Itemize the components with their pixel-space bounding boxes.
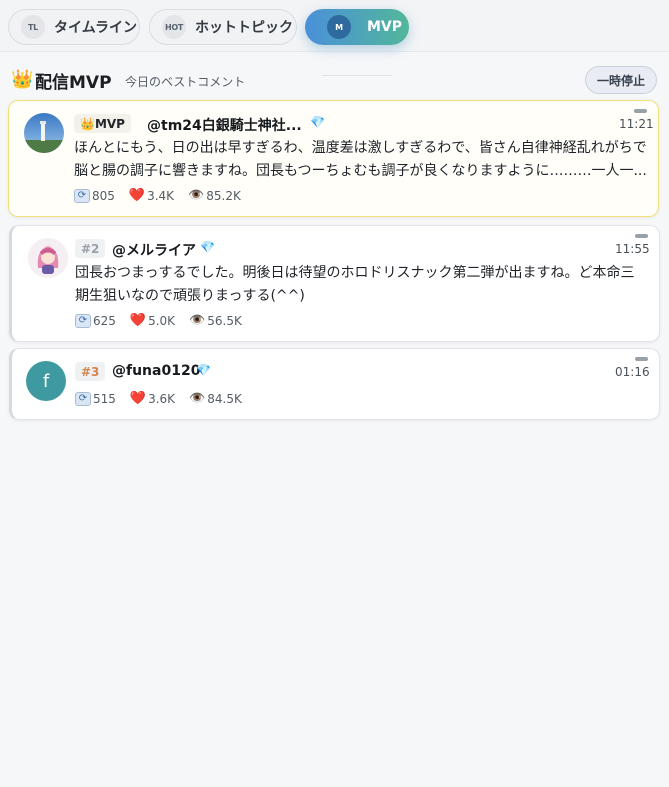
view-stat: 👁️ 56.5K xyxy=(189,313,242,328)
like-stat[interactable]: ❤️ 3.6K xyxy=(130,391,175,406)
retweet-count: 805 xyxy=(92,188,115,203)
view-count: 85.2K xyxy=(206,188,241,203)
retweet-icon: ⟳ xyxy=(75,391,91,406)
comment-text-line: 脳と腸の調子に響きますね。団長もつーちょむも調子が良くなりますように………一人一… xyxy=(74,163,647,179)
username[interactable]: @tm24白銀騎士神社... xyxy=(147,115,302,135)
retweet-icon: ⟳ xyxy=(75,313,91,328)
divider xyxy=(322,75,392,76)
diamond-icon: 💎 xyxy=(196,363,211,377)
comment-text: ほんとにもう、日の出は早すぎるわ、温度差は激しすぎるわで、皆さん自律神経乱れがち… xyxy=(74,137,654,183)
retweet-stat[interactable]: ⟳ 515 xyxy=(75,391,116,406)
avatar[interactable] xyxy=(28,238,68,278)
view-stat: 👁️ 84.5K xyxy=(189,391,242,406)
retweet-stat[interactable]: ⟳ 625 xyxy=(75,313,116,328)
pause-button[interactable]: 一時停止 xyxy=(585,66,657,94)
retweet-icon: ⟳ xyxy=(74,188,90,203)
comment-card[interactable]: #2 @メルライア 💎 11:55 団長おつまっするでした。明後日は待望のホロド… xyxy=(9,225,660,342)
diamond-icon: 💎 xyxy=(200,240,215,254)
crown-icon: 👑 xyxy=(11,69,34,90)
heart-icon: ❤️ xyxy=(129,391,147,406)
heart-icon: ❤️ xyxy=(129,313,147,328)
retweet-count: 625 xyxy=(93,313,116,328)
eye-icon: 👁️ xyxy=(189,313,206,328)
section-header: 👑 配信MVP 今日のベストコメント 一時停止 xyxy=(0,52,669,98)
view-count: 84.5K xyxy=(207,391,242,406)
rank-badge: #2 xyxy=(75,239,106,258)
tab-hot-label: ホットトピック xyxy=(195,20,293,36)
like-count: 5.0K xyxy=(148,313,176,328)
eye-icon: 👁️ xyxy=(188,188,205,203)
tab-mvp[interactable]: M MVP xyxy=(305,9,409,45)
like-count: 3.6K xyxy=(148,391,176,406)
timestamp: 11:21 xyxy=(619,117,654,131)
retweet-count: 515 xyxy=(93,391,116,406)
stats-row: ⟳ 805 ❤️ 3.4K 👁️ 85.2K xyxy=(74,188,255,203)
timestamp: 01:16 xyxy=(615,365,650,379)
avatar[interactable] xyxy=(24,113,64,153)
like-stat[interactable]: ❤️ 5.0K xyxy=(130,313,175,328)
section-title: 配信MVP xyxy=(35,73,112,93)
username[interactable]: @メルライア xyxy=(112,240,196,260)
rank-badge: #3 xyxy=(75,362,106,381)
timestamp: 11:55 xyxy=(615,242,650,256)
comment-card[interactable]: f #3 @funa0120 💎 01:16 ⟳ 515 ❤️ 3.6K 👁️ 84.… xyxy=(9,348,660,420)
tab-timeline-label: タイムライン xyxy=(54,20,138,36)
heart-icon: ❤️ xyxy=(128,188,146,203)
tab-mvp-badge: M xyxy=(327,15,351,39)
tab-timeline-badge: TL xyxy=(21,15,45,39)
comment-text-line: ほんとにもう、日の出は早すぎるわ、温度差は激しすぎるわで、皆さん自律神経乱れがち… xyxy=(74,140,647,156)
stats-row: ⟳ 625 ❤️ 5.0K 👁️ 56.5K xyxy=(75,313,256,328)
avatar[interactable]: f xyxy=(26,361,66,401)
username[interactable]: @funa0120 xyxy=(112,363,200,379)
like-count: 3.4K xyxy=(147,188,175,203)
view-stat: 👁️ 85.2K xyxy=(188,188,241,203)
comment-text: 団長おつまっするでした。明後日は待望のホロドリスナック第二弾が出ますね。ど本命三… xyxy=(75,262,655,308)
like-stat[interactable]: ❤️ 3.4K xyxy=(129,188,174,203)
comment-card-mvp[interactable]: 👑 MVP @tm24白銀騎士神社... 💎 11:21 ほんとにもう、日の出は… xyxy=(8,100,659,217)
stats-row: ⟳ 515 ❤️ 3.6K 👁️ 84.5K xyxy=(75,391,256,406)
rank-label: MVP xyxy=(94,116,125,131)
comment-text-line: 期生狙いなので頑張りまっする(^^) xyxy=(75,288,305,304)
tab-bar: TL タイムライン HOT ホットトピック M MVP xyxy=(0,0,669,52)
comment-text-line: 団長おつまっするでした。明後日は待望のホロドリスナック第二弾が出ますね。ど本命三 xyxy=(75,265,635,281)
view-count: 56.5K xyxy=(207,313,242,328)
eye-icon: 👁️ xyxy=(189,391,206,406)
section-subtitle: 今日のベストコメント xyxy=(125,75,246,89)
tab-hot-badge: HOT xyxy=(162,15,186,39)
diamond-icon: 💎 xyxy=(310,115,325,129)
drag-handle-icon[interactable] xyxy=(634,109,647,113)
tab-timeline[interactable]: TL タイムライン xyxy=(8,9,140,45)
tab-mvp-label: MVP xyxy=(367,19,403,35)
retweet-stat[interactable]: ⟳ 805 xyxy=(74,188,115,203)
tab-hot-topics[interactable]: HOT ホットトピック xyxy=(149,9,297,45)
drag-handle-icon[interactable] xyxy=(635,234,648,238)
crown-icon: 👑 xyxy=(80,116,95,131)
rank-badge-mvp: 👑 MVP xyxy=(74,114,131,133)
drag-handle-icon[interactable] xyxy=(635,357,648,361)
